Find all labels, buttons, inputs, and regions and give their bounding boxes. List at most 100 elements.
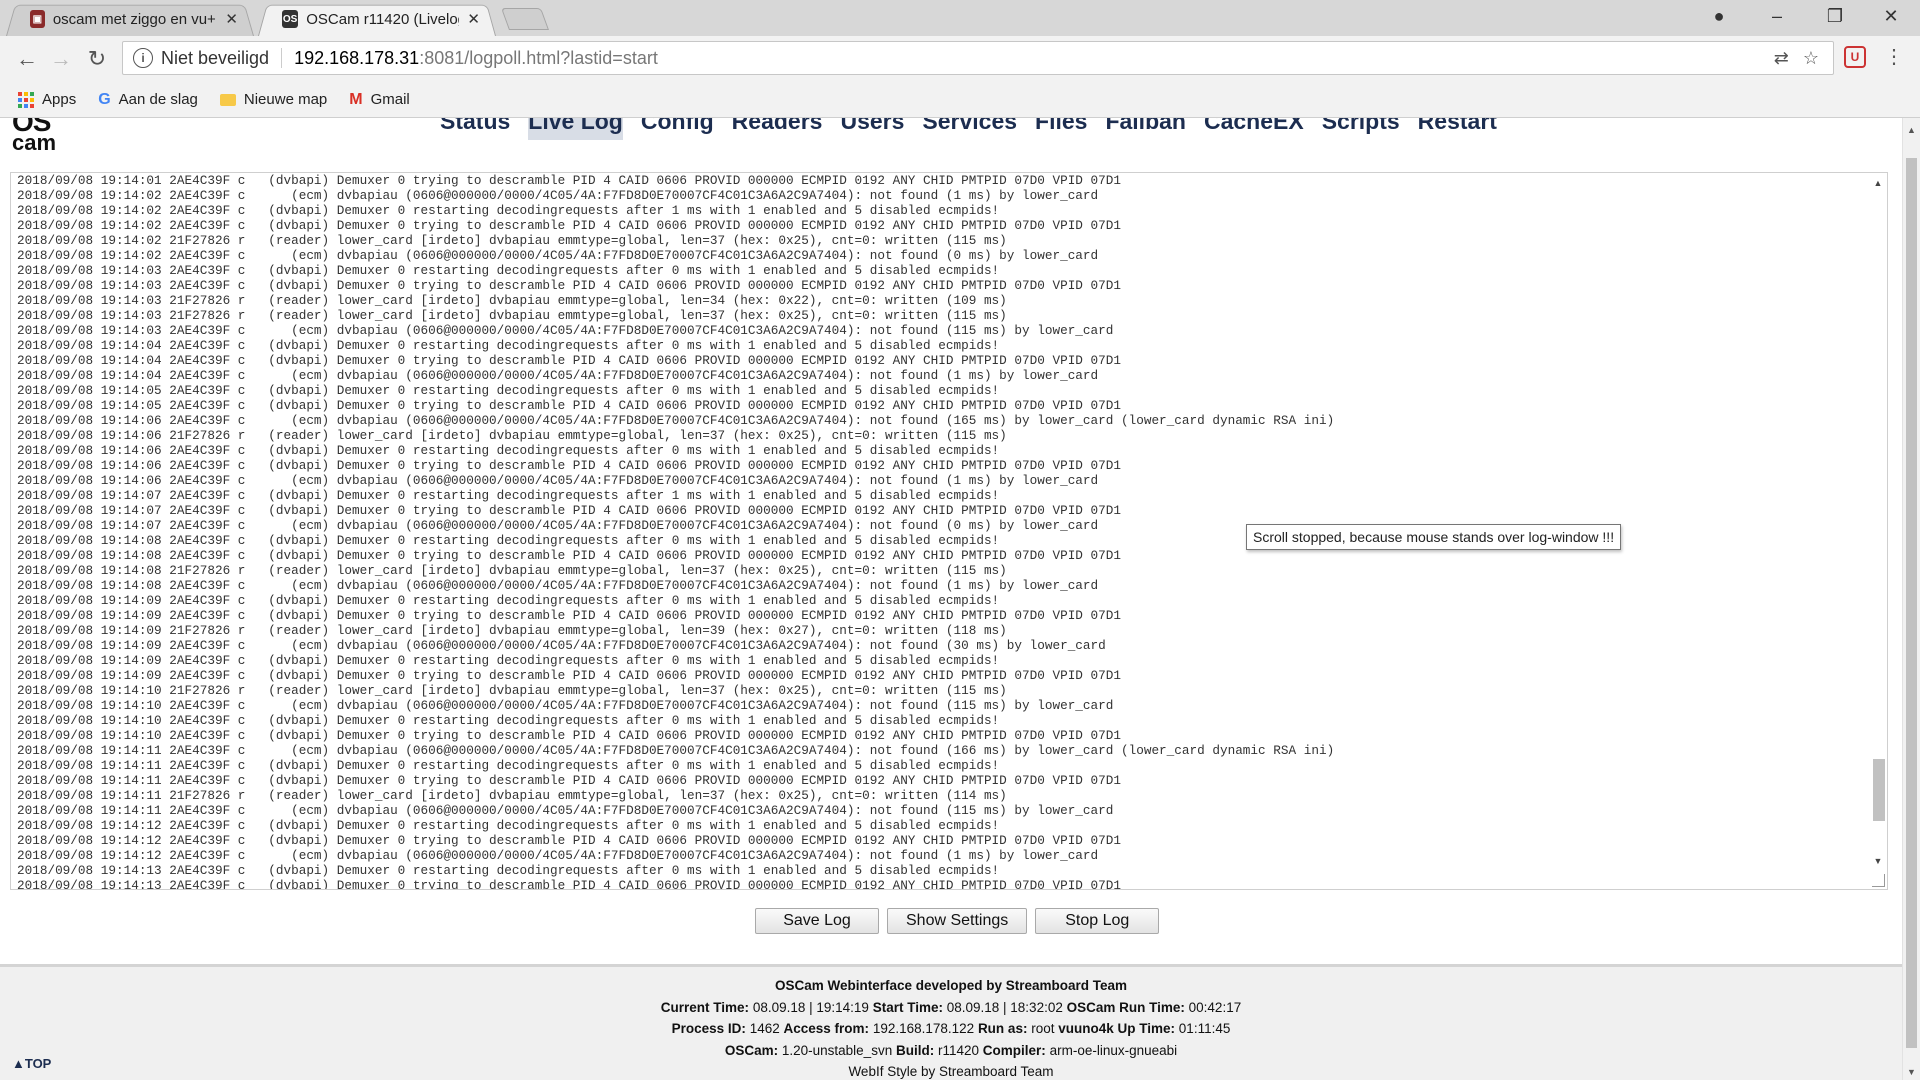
log-line: 2018/09/08 19:14:07 2AE4C39F c (dvbapi) …	[17, 488, 1000, 503]
tab-title: oscam met ziggo en vu+ s	[52, 10, 218, 28]
bookmark-aan-de-slag[interactable]: G Aan de slag	[98, 91, 198, 109]
save-log-button[interactable]: Save Log	[755, 908, 879, 934]
log-line: 2018/09/08 19:14:06 2AE4C39F c (dvbapi) …	[17, 458, 1121, 473]
log-line: 2018/09/08 19:14:06 2AE4C39F c (ecm) dvb…	[17, 473, 1099, 488]
log-scroll-thumb[interactable]	[1873, 759, 1885, 821]
menu-item-scripts[interactable]: Scripts	[1322, 118, 1400, 140]
footer-credit: OSCam Webinterface developed by Streambo…	[774, 978, 1128, 993]
bookmark-nieuwe-map[interactable]: Nieuwe map	[219, 91, 328, 108]
page-content: OS cam Status Live Log Config Readers Users S…	[0, 118, 1902, 1080]
bookmark-label: Nieuwe map	[243, 91, 328, 108]
log-line: 2018/09/08 19:14:08 2AE4C39F c (ecm) dvb…	[17, 578, 1099, 593]
log-line: 2018/09/08 19:14:04 2AE4C39F c (ecm) dvb…	[17, 368, 1099, 383]
menu-item-files[interactable]: Files	[1035, 118, 1087, 140]
menu-item-restart[interactable]: Restart	[1418, 118, 1497, 140]
tab-oscam-livelog[interactable]: OS OSCam r11420 (Livelog) ✕	[258, 2, 496, 37]
folder-icon	[219, 93, 236, 106]
bookmark-label: Aan de slag	[118, 91, 198, 108]
bookmarks-bar: Apps G Aan de slag Nieuwe map M Gmail	[0, 82, 1920, 118]
extension-icon[interactable]: U	[1844, 46, 1866, 68]
address-bar[interactable]: i Niet beveiligd 192.168.178.31 :8081/lo…	[122, 41, 1834, 75]
log-line: 2018/09/08 19:14:02 2AE4C39F c (dvbapi) …	[17, 203, 1000, 218]
back-arrow-icon[interactable]: ←	[14, 46, 40, 72]
log-line: 2018/09/08 19:14:03 2AE4C39F c (dvbapi) …	[17, 263, 1000, 278]
scroll-up-arrow-icon[interactable]: ▲	[1903, 122, 1920, 138]
gmail-icon: M	[349, 90, 363, 108]
log-line: 2018/09/08 19:14:11 2AE4C39F c (ecm) dvb…	[17, 803, 1114, 818]
menu-item-status[interactable]: Status	[440, 118, 510, 140]
apps-grid-icon	[18, 91, 34, 108]
show-settings-button[interactable]: Show Settings	[887, 908, 1028, 934]
close-icon[interactable]: ✕	[225, 10, 238, 28]
log-line: 2018/09/08 19:14:10 2AE4C39F c (ecm) dvb…	[17, 698, 1114, 713]
log-line: 2018/09/08 19:14:10 21F27826 r (reader) …	[17, 683, 1007, 698]
google-icon: G	[98, 90, 111, 108]
log-line: 2018/09/08 19:14:11 2AE4C39F c (dvbapi) …	[17, 773, 1121, 788]
page-scroll-thumb[interactable]	[1906, 158, 1917, 1048]
resize-grip-icon[interactable]	[1872, 874, 1885, 887]
profile-icon[interactable]: ●	[1690, 0, 1748, 32]
scroll-up-arrow-icon[interactable]: ▲	[1869, 175, 1887, 191]
url-path: :8081/logpoll.html?lastid=start	[419, 47, 658, 68]
oscam-icon: OS	[282, 10, 299, 28]
log-line: 2018/09/08 19:14:03 21F27826 r (reader) …	[17, 308, 1007, 323]
log-line: 2018/09/08 19:14:08 21F27826 r (reader) …	[17, 563, 1007, 578]
log-line: 2018/09/08 19:14:02 2AE4C39F c (ecm) dvb…	[17, 188, 1099, 203]
stop-log-button[interactable]: Stop Log	[1035, 908, 1160, 934]
menu-item-cacheex[interactable]: CacheEX	[1204, 118, 1304, 140]
divider	[281, 48, 283, 68]
tv-icon: ▣	[30, 10, 45, 28]
log-line: 2018/09/08 19:14:03 2AE4C39F c (ecm) dvb…	[17, 323, 1114, 338]
kebab-menu-icon[interactable]: ⋮	[1884, 44, 1904, 69]
log-line: 2018/09/08 19:14:03 2AE4C39F c (dvbapi) …	[17, 278, 1121, 293]
info-icon[interactable]: i	[133, 48, 153, 68]
main-menu: Status Live Log Config Readers Users Services…	[440, 118, 1497, 140]
tab-title: OSCam r11420 (Livelog)	[306, 10, 460, 28]
scroll-down-arrow-icon[interactable]: ▼	[1903, 1064, 1920, 1080]
bookmark-apps[interactable]: Apps	[18, 91, 76, 108]
scroll-stopped-tooltip: Scroll stopped, because mouse stands ove…	[1246, 524, 1622, 550]
menu-item-config[interactable]: Config	[641, 118, 714, 140]
log-line: 2018/09/08 19:14:05 2AE4C39F c (dvbapi) …	[17, 398, 1121, 413]
tab-oscam-ziggo[interactable]: ▣ oscam met ziggo en vu+ s ✕	[6, 2, 254, 37]
log-scrollbar[interactable]: ▲ ▼	[1869, 173, 1887, 889]
menu-item-services[interactable]: Services	[922, 118, 1017, 140]
restore-button[interactable]: ❐	[1806, 0, 1864, 32]
log-line: 2018/09/08 19:14:10 2AE4C39F c (dvbapi) …	[17, 728, 1121, 743]
log-line: 2018/09/08 19:14:02 21F27826 r (reader) …	[17, 233, 1007, 248]
log-line: 2018/09/08 19:14:03 21F27826 r (reader) …	[17, 293, 1007, 308]
bookmark-gmail[interactable]: M Gmail	[349, 91, 410, 109]
minimize-button[interactable]: –	[1748, 0, 1806, 32]
log-line: 2018/09/08 19:14:11 2AE4C39F c (dvbapi) …	[17, 758, 1000, 773]
star-icon[interactable]: ☆	[1803, 48, 1819, 69]
back-to-top-link[interactable]: ▲TOP	[12, 1053, 51, 1075]
forward-arrow-icon[interactable]: →	[48, 46, 74, 72]
log-line: 2018/09/08 19:14:12 2AE4C39F c (dvbapi) …	[17, 818, 1000, 833]
log-line: 2018/09/08 19:14:06 21F27826 r (reader) …	[17, 428, 1007, 443]
menu-item-users[interactable]: Users	[840, 118, 904, 140]
log-line: 2018/09/08 19:14:11 21F27826 r (reader) …	[17, 788, 1007, 803]
close-icon[interactable]: ✕	[467, 10, 480, 28]
reload-icon[interactable]: ↻	[84, 46, 110, 72]
bookmark-label: Apps	[42, 91, 77, 108]
menu-item-readers[interactable]: Readers	[732, 118, 823, 140]
log-line: 2018/09/08 19:14:02 2AE4C39F c (dvbapi) …	[17, 218, 1121, 233]
security-label: Niet beveiligd	[161, 47, 270, 68]
footer: OSCam Webinterface developed by Streambo…	[0, 964, 1902, 1080]
log-line: 2018/09/08 19:14:09 2AE4C39F c (ecm) dvb…	[17, 638, 1106, 653]
footer-style-credit: WebIf Style by Streamboard Team	[848, 1064, 1054, 1079]
translate-icon[interactable]: ⇄	[1774, 48, 1789, 69]
oscam-logo[interactable]: OS cam	[12, 118, 60, 158]
bookmark-label: Gmail	[370, 91, 410, 108]
log-line: 2018/09/08 19:14:13 2AE4C39F c (dvbapi) …	[17, 863, 1000, 878]
close-window-button[interactable]: ✕	[1862, 0, 1920, 32]
scroll-down-arrow-icon[interactable]: ▼	[1869, 853, 1887, 869]
menu-item-failban[interactable]: Failban	[1105, 118, 1186, 140]
page-scrollbar[interactable]: ▲ ▼	[1902, 118, 1920, 1080]
footer-process: Process ID: 1462 Access from: 192.168.17…	[671, 1021, 1231, 1036]
log-line: 2018/09/08 19:14:12 2AE4C39F c (ecm) dvb…	[17, 848, 1099, 863]
menu-item-live-log[interactable]: Live Log	[528, 118, 623, 140]
log-line: 2018/09/08 19:14:09 2AE4C39F c (dvbapi) …	[17, 608, 1121, 623]
log-line: 2018/09/08 19:14:06 2AE4C39F c (dvbapi) …	[17, 443, 1000, 458]
new-tab-button[interactable]	[500, 8, 550, 30]
